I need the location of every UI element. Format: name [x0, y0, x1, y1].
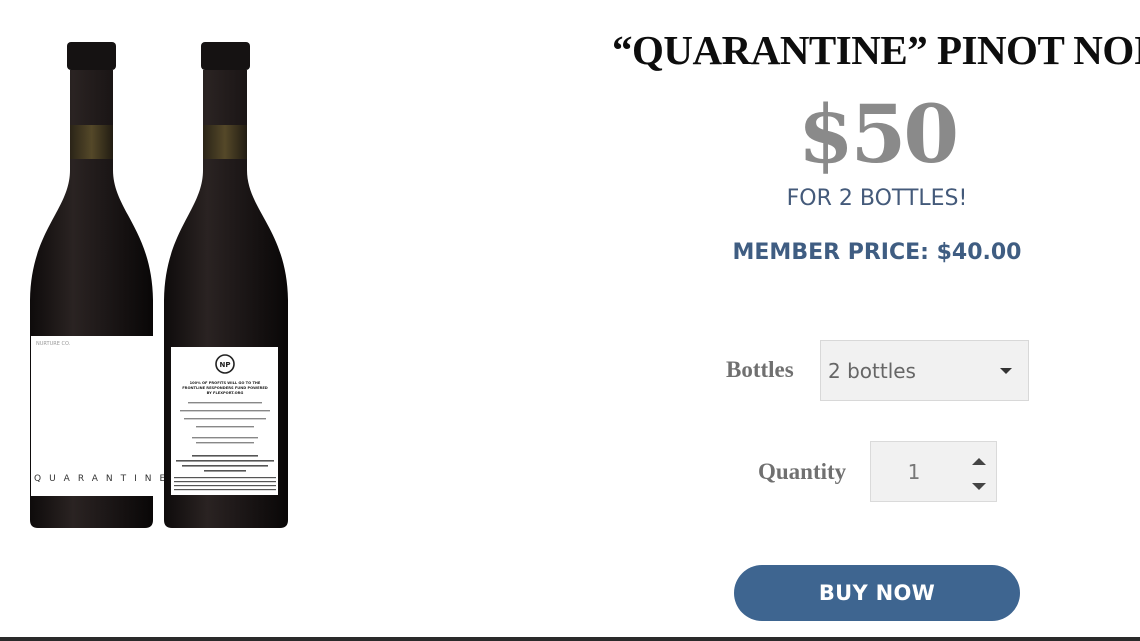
chevron-down-icon — [1000, 368, 1012, 374]
triangle-down-icon[interactable] — [967, 477, 991, 497]
product-title: “QUARANTINE” PINOT NOIR — [612, 27, 1140, 73]
product-image: NURTURE CO. QUARANTINE NP 100% OF PROFIT… — [30, 42, 288, 528]
back-label-line: 100% OF PROFITS WILL GO TO THE — [190, 381, 261, 385]
triangle-up-icon[interactable] — [967, 452, 991, 472]
back-label-logo: NP — [220, 361, 231, 369]
product-price: $50 — [798, 87, 959, 181]
buy-now-button[interactable]: BUY NOW — [734, 565, 1020, 621]
front-label-small-text: NURTURE CO. — [36, 341, 71, 347]
price-note: FOR 2 BOTTLES! — [786, 186, 968, 211]
member-price: MEMBER PRICE: $40.00 — [732, 240, 1022, 265]
wine-bottle-front: NURTURE CO. QUARANTINE — [30, 42, 173, 528]
bottles-label: Bottles — [726, 357, 794, 382]
front-label-brand: QUARANTINE — [34, 474, 173, 484]
wine-bottle-back: NP 100% OF PROFITS WILL GO TO THE FRONTL… — [164, 42, 288, 528]
back-label-line: BY FLEXPORT.ORG — [207, 391, 244, 395]
bottles-select[interactable]: 2 bottles — [820, 340, 1029, 401]
bottles-select-value: 2 bottles — [828, 358, 916, 383]
bottom-divider — [0, 637, 1140, 641]
quantity-input[interactable]: 1 — [871, 442, 957, 501]
back-label-line: FRONTLINE RESPONDERS FUND POWERED — [182, 386, 268, 390]
quantity-label: Quantity — [758, 459, 847, 484]
quantity-stepper[interactable]: 1 — [870, 441, 997, 502]
